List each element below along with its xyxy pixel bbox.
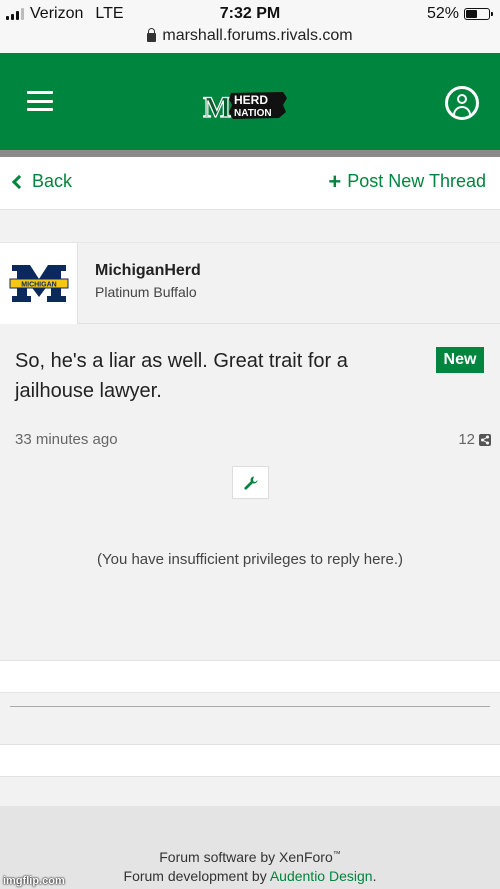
footer-software: Forum software by XenForo™ — [0, 849, 500, 865]
post-number: 12 — [458, 431, 475, 448]
post-tools-button[interactable] — [232, 466, 269, 499]
battery-icon — [464, 8, 493, 20]
status-bar-right: 52% — [426, 5, 493, 23]
header-divider — [0, 150, 500, 157]
status-time: 7:32 PM — [219, 5, 281, 22]
trademark: ™ — [332, 849, 341, 859]
logo-letter: M — [203, 91, 231, 122]
empty-block-1 — [0, 660, 500, 693]
footer-dev-suffix: . — [372, 868, 377, 884]
status-bar: Verizon LTE 7:32 PM 52% marshall.forums.… — [0, 0, 500, 53]
post-new-thread-button[interactable]: + Post New Thread — [328, 168, 486, 194]
back-button[interactable]: Back — [11, 171, 73, 192]
share-icon — [479, 433, 491, 446]
url-bar[interactable]: marshall.forums.rivals.com — [0, 27, 500, 45]
post-user-info: MICHIGAN MichiganHerd Platinum Buffalo — [0, 242, 500, 324]
michigan-logo-icon: MICHIGAN — [9, 265, 69, 302]
footer-software-text[interactable]: Forum software by XenForo — [159, 849, 333, 865]
new-badge: New — [436, 347, 484, 373]
plus-icon: + — [328, 168, 342, 194]
post-message: So, he's a liar as well. Great trait for… — [15, 350, 348, 402]
hamburger-icon[interactable] — [27, 91, 53, 111]
post-number-share[interactable]: 12 — [458, 431, 491, 448]
privilege-notice: (You have insufficient privileges to rep… — [96, 551, 403, 568]
post-time[interactable]: 33 minutes ago — [15, 431, 118, 448]
footer-dev-prefix: Forum development by — [123, 868, 267, 884]
thread-nav: Back + Post New Thread — [0, 157, 500, 210]
avatar[interactable]: MICHIGAN — [0, 243, 78, 324]
audentio-link[interactable]: Audentio Design — [270, 868, 373, 884]
user-icon[interactable] — [445, 86, 479, 120]
battery-fill — [466, 10, 478, 18]
empty-block-2 — [0, 744, 500, 777]
lock-icon — [147, 28, 157, 42]
avatar-text: MICHIGAN — [21, 282, 56, 289]
chevron-left-icon — [11, 174, 27, 189]
username[interactable]: MichiganHerd — [95, 262, 201, 280]
footer-development: Forum development by Audentio Design. — [0, 868, 500, 884]
divider — [10, 706, 490, 707]
back-label: Back — [32, 171, 73, 191]
site-footer: Forum software by XenForo™ Forum develop… — [0, 806, 500, 889]
post-thread-label: Post New Thread — [347, 171, 486, 191]
wrench-icon — [243, 476, 257, 490]
watermark: imgflip.com — [3, 875, 65, 887]
user-title: Platinum Buffalo — [95, 284, 197, 300]
url-text: marshall.forums.rivals.com — [162, 27, 353, 44]
logo-text-top: HERD — [234, 93, 268, 107]
site-header: M HERD NATION — [0, 53, 500, 150]
logo-text-bottom: NATION — [234, 108, 272, 119]
herd-nation-logo[interactable]: M HERD NATION — [203, 90, 289, 122]
battery-percent: 52% — [426, 5, 459, 22]
